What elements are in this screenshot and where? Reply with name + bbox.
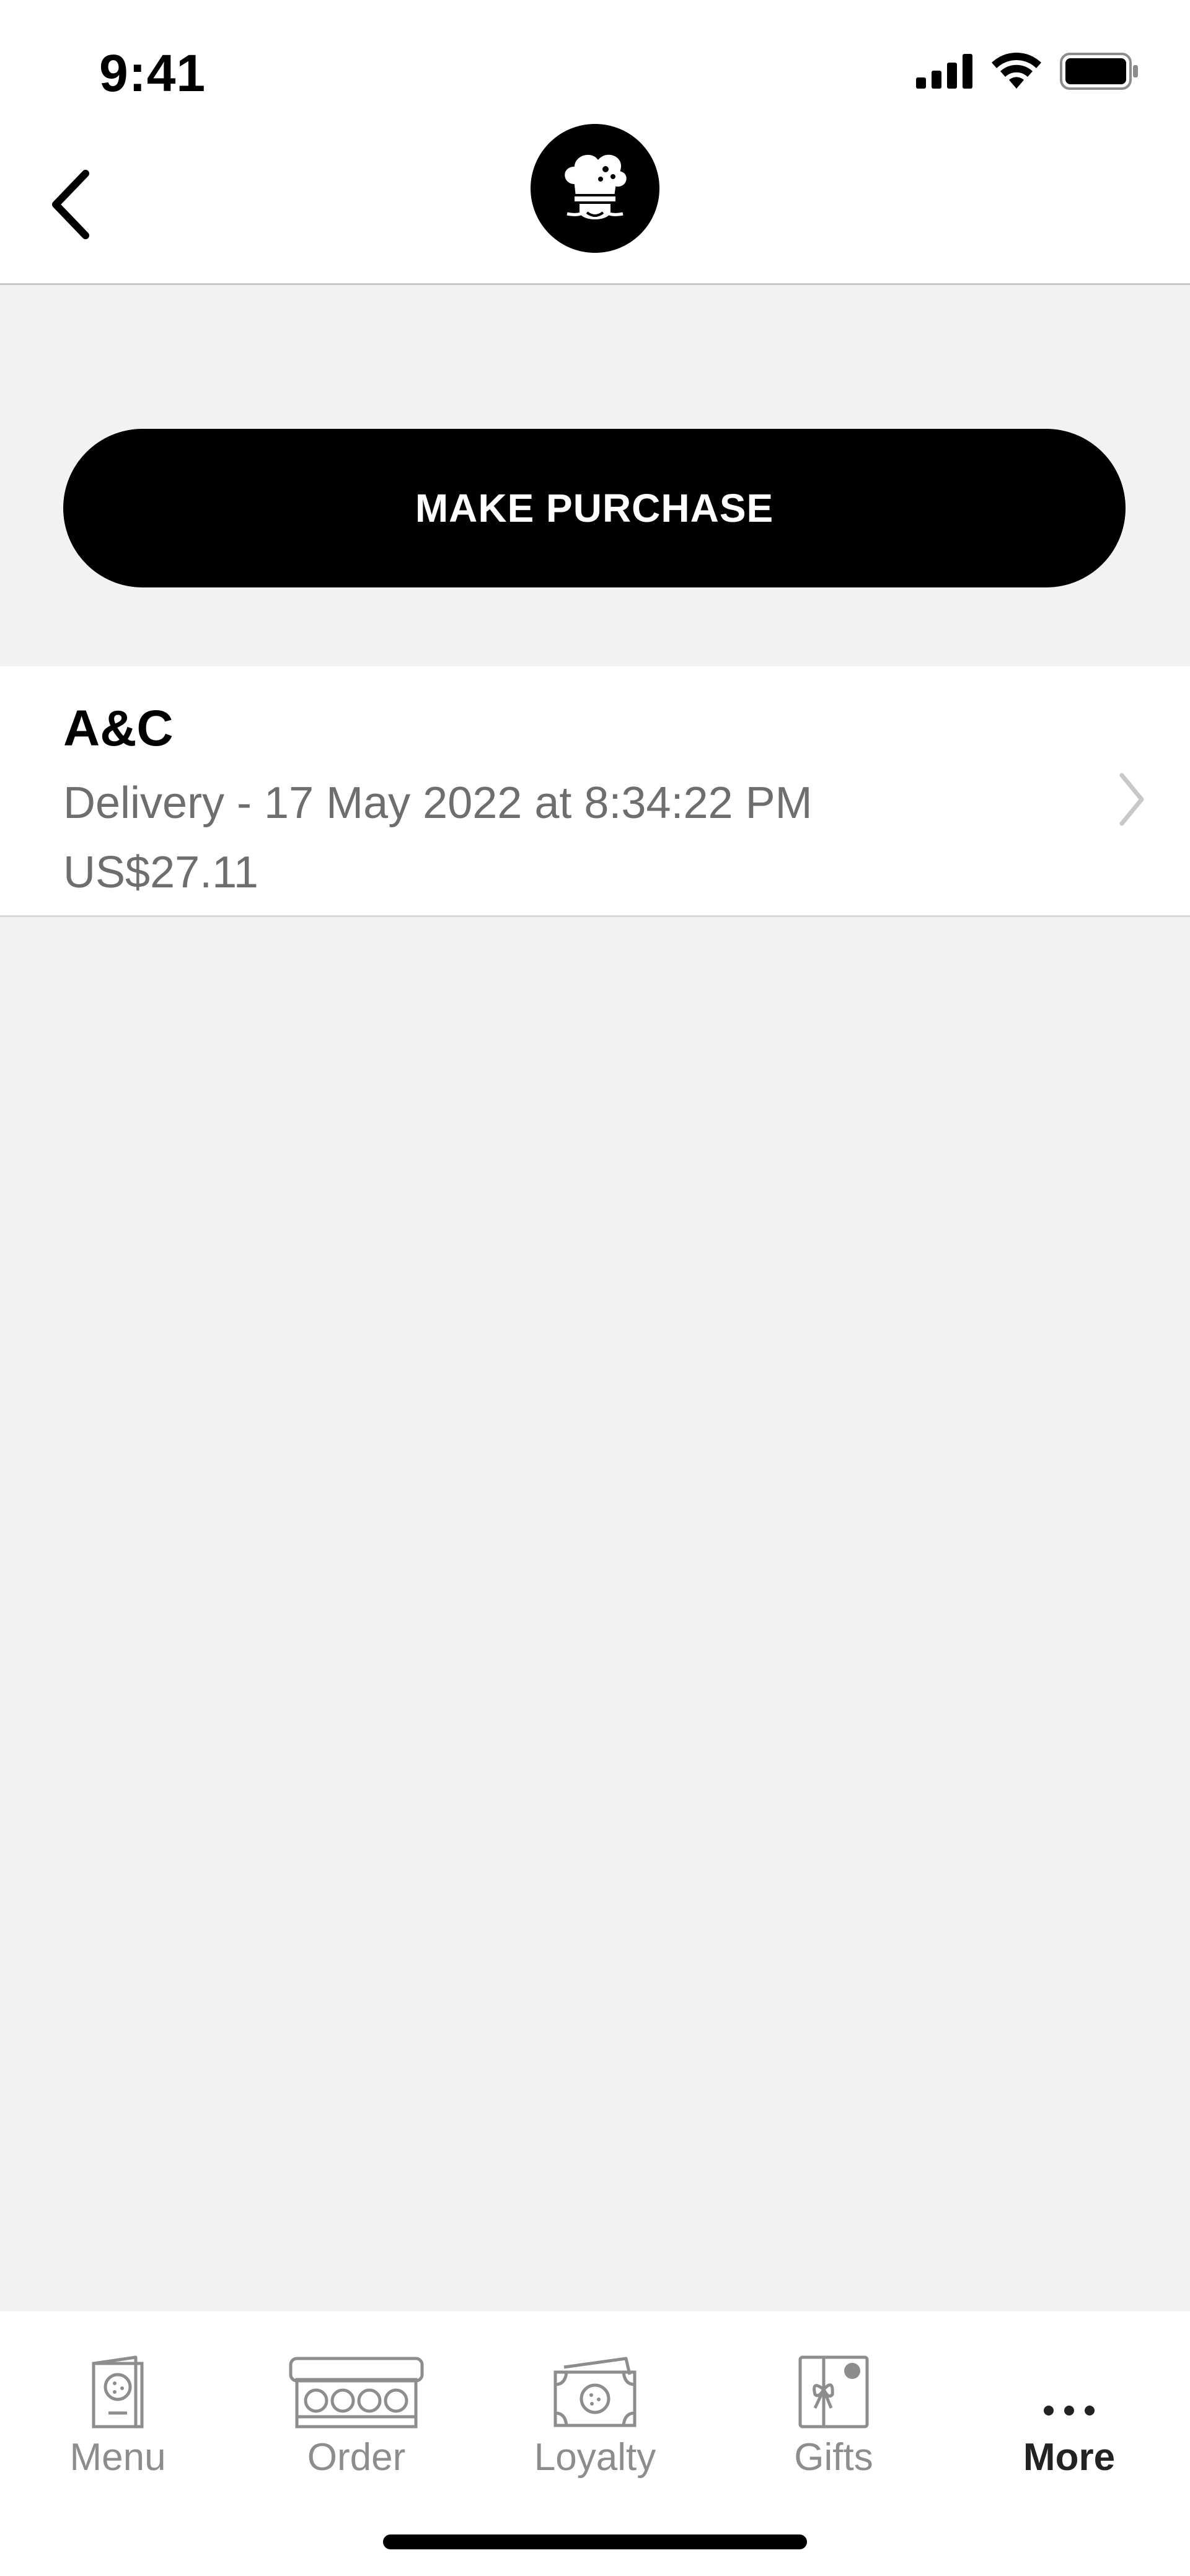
tab-order[interactable]: Order	[263, 2336, 449, 2479]
back-button[interactable]	[43, 167, 105, 242]
tab-label: Loyalty	[534, 2436, 656, 2479]
cellular-signal-icon	[916, 54, 972, 89]
brand-logo	[531, 124, 659, 253]
tab-label: Order	[307, 2436, 406, 2479]
gift-card-icon	[798, 2355, 869, 2429]
chevron-right-icon	[1119, 773, 1144, 826]
tab-gifts[interactable]: Gifts	[741, 2336, 927, 2479]
status-icons	[916, 53, 1140, 90]
more-dots-icon	[1044, 2406, 1095, 2416]
tab-label: Menu	[69, 2436, 166, 2479]
home-indicator	[383, 2534, 807, 2549]
tab-menu[interactable]: Menu	[25, 2336, 211, 2479]
cookie-box-icon	[289, 2357, 424, 2429]
menu-card-icon	[92, 2355, 144, 2429]
status-time: 9:41	[99, 44, 206, 102]
order-detail: Delivery - 17 May 2022 at 8:34:22 PM	[63, 778, 813, 828]
loyalty-cash-icon	[553, 2357, 637, 2427]
nav-bar	[0, 124, 1190, 285]
chef-cookie-logo-icon	[562, 152, 629, 222]
tab-loyalty[interactable]: Loyalty	[502, 2336, 688, 2479]
order-name: A&C	[63, 700, 174, 757]
order-list-item[interactable]: A&C Delivery - 17 May 2022 at 8:34:22 PM…	[0, 666, 1190, 917]
battery-icon	[1060, 53, 1138, 90]
tab-label: More	[1023, 2436, 1116, 2479]
order-price: US$27.11	[63, 848, 258, 897]
make-purchase-button[interactable]: MAKE PURCHASE	[63, 429, 1126, 587]
status-bar: 9:41	[0, 0, 1190, 124]
tab-more[interactable]: More	[976, 2336, 1162, 2479]
tab-label: Gifts	[794, 2436, 873, 2479]
wifi-icon	[992, 53, 1041, 89]
